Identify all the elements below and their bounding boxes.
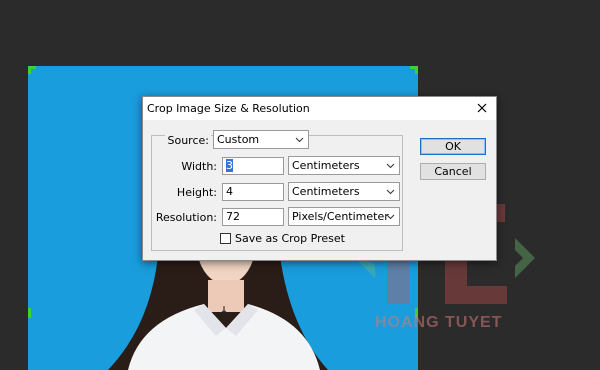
dialog-titlebar[interactable]: Crop Image Size & Resolution <box>143 97 496 120</box>
ok-button[interactable]: OK <box>420 138 486 155</box>
width-unit-value: Centimeters <box>292 159 360 172</box>
height-input[interactable]: 4 <box>222 183 284 201</box>
resolution-label: Resolution: <box>155 211 217 224</box>
save-preset-checkbox[interactable] <box>220 233 231 244</box>
close-button[interactable] <box>474 100 490 116</box>
resolution-unit-select[interactable]: Pixels/Centimeter <box>288 207 400 226</box>
height-unit-value: Centimeters <box>292 185 360 198</box>
width-value: 3 <box>226 159 233 172</box>
cancel-button[interactable]: Cancel <box>420 163 486 180</box>
chevron-down-icon <box>386 189 395 195</box>
resolution-unit-value: Pixels/Centimeter <box>292 210 389 223</box>
source-select[interactable]: Custom <box>213 130 309 149</box>
close-icon <box>477 103 487 113</box>
resolution-input[interactable]: 72 <box>222 208 284 226</box>
crop-handle-top-left[interactable] <box>28 66 36 74</box>
width-unit-select[interactable]: Centimeters <box>288 156 400 175</box>
crop-size-dialog: Crop Image Size & Resolution Source: Cus… <box>142 96 497 261</box>
watermark-text: HOANG TUYET <box>375 314 503 331</box>
height-value: 4 <box>226 185 233 198</box>
chevron-down-icon <box>386 163 395 169</box>
chevron-down-icon <box>295 137 304 143</box>
height-unit-select[interactable]: Centimeters <box>288 182 400 201</box>
source-value: Custom <box>217 133 260 146</box>
width-label: Width: <box>181 160 217 173</box>
source-label: Source: <box>165 134 211 147</box>
height-label: Height: <box>176 186 217 199</box>
crop-handle-left[interactable] <box>28 308 31 318</box>
chevron-down-icon <box>386 214 395 220</box>
crosshair-cursor-icon <box>218 306 230 320</box>
save-preset-label[interactable]: Save as Crop Preset <box>235 232 345 245</box>
dialog-title: Crop Image Size & Resolution <box>147 102 310 115</box>
crop-handle-top-right[interactable] <box>410 66 418 74</box>
width-input[interactable]: 3 <box>222 157 284 175</box>
resolution-value: 72 <box>226 210 240 223</box>
